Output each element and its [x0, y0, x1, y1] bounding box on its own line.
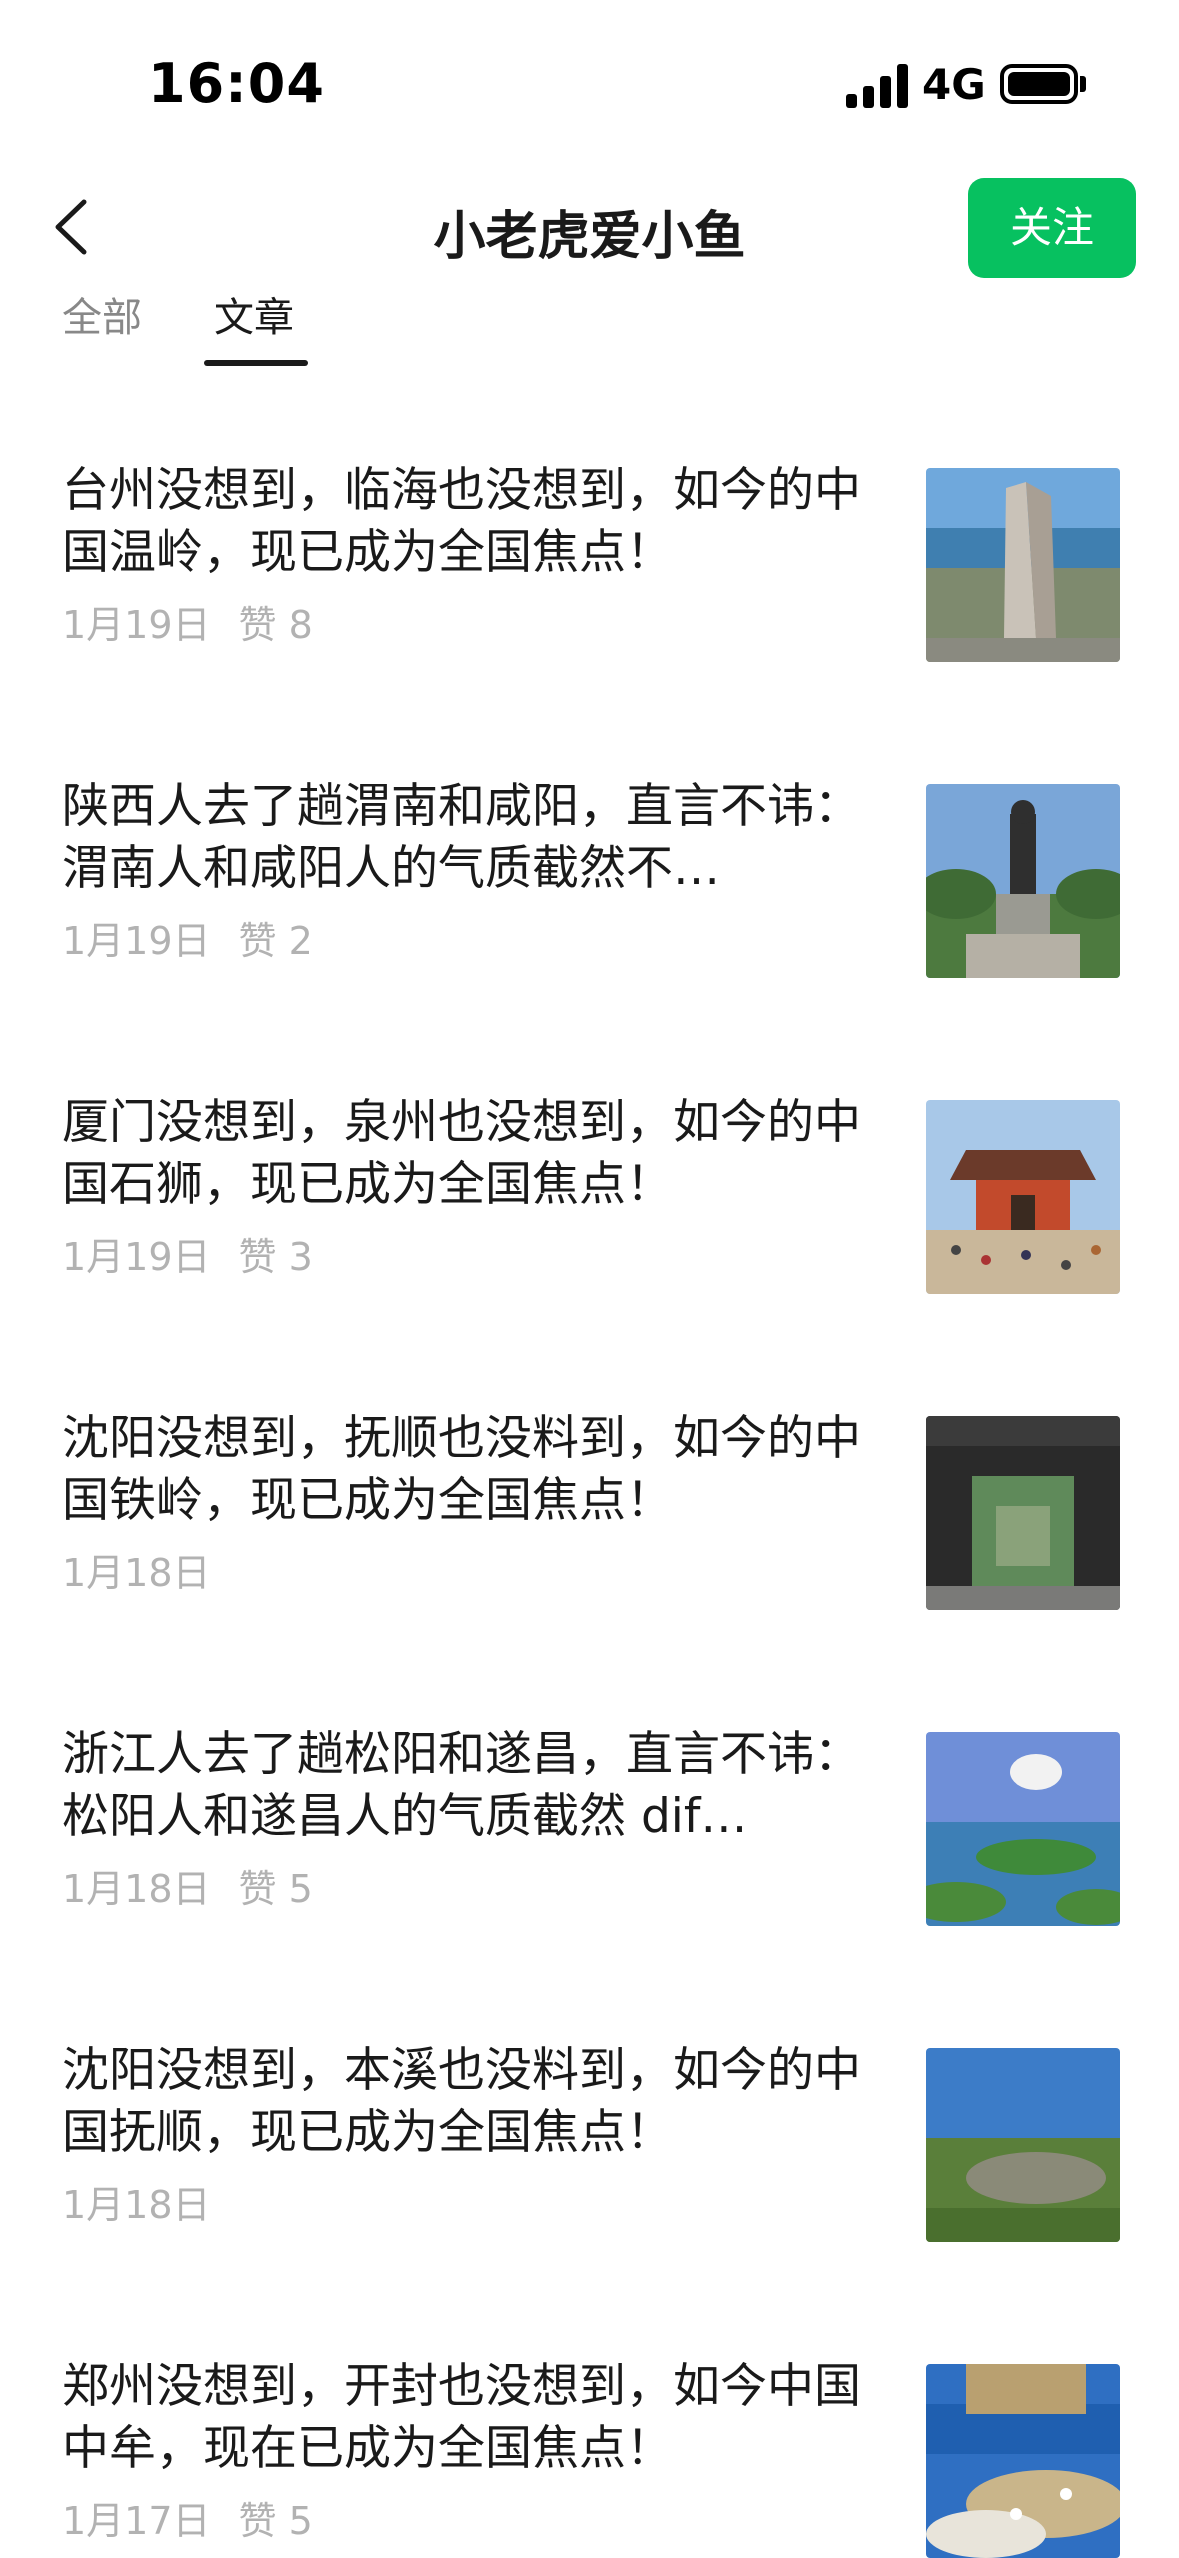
list-item[interactable]: 台州没想到，临海也没想到，如今的中国温岭，现已成为全国焦点！ 1月19日赞 8: [0, 460, 1179, 662]
article-likes: 赞 2: [238, 919, 313, 963]
article-title: 厦门没想到，泉州也没想到，如今的中国石狮，现已成为全国焦点！: [62, 1095, 861, 1212]
article-meta: 1月18日: [62, 1542, 239, 1597]
article-likes: 赞 8: [238, 603, 313, 647]
article-likes: 赞 5: [238, 2499, 313, 2543]
active-tab-indicator: [204, 360, 308, 366]
article-thumbnail: [926, 784, 1120, 978]
list-item[interactable]: 陕西人去了趟渭南和咸阳，直言不讳：渭南人和咸阳人的气质截然不… 1月19日赞 2: [0, 776, 1179, 978]
article-date: 1月18日: [62, 1867, 211, 1911]
article-title: 陕西人去了趟渭南和咸阳，直言不讳：渭南人和咸阳人的气质截然不…: [62, 779, 861, 896]
cellular-signal-icon: [846, 64, 908, 108]
list-item[interactable]: 沈阳没想到，抚顺也没料到，如今的中国铁岭，现已成为全国焦点！ 1月18日: [0, 1408, 1179, 1610]
network-type: 4G: [922, 60, 986, 109]
status-time: 16:04: [148, 52, 325, 115]
tab-bar: 全部 文章: [0, 290, 1179, 370]
article-thumbnail: [926, 2364, 1120, 2558]
list-item[interactable]: 沈阳没想到，本溪也没料到，如今的中国抚顺，现已成为全国焦点！ 1月18日: [0, 2040, 1179, 2242]
article-title: 沈阳没想到，本溪也没料到，如今的中国抚顺，现已成为全国焦点！: [62, 2043, 861, 2160]
battery-tip: [1080, 76, 1086, 92]
article-date: 1月19日: [62, 603, 211, 647]
nav-header: 小老虎爱小鱼 关注: [0, 170, 1179, 290]
article-title: 浙江人去了趟松阳和遂昌，直言不讳：松阳人和遂昌人的气质截然 dif…: [62, 1727, 861, 1844]
article-thumbnail: [926, 468, 1120, 662]
article-date: 1月18日: [62, 2183, 211, 2227]
article-likes: 赞 5: [238, 1867, 313, 1911]
list-item[interactable]: 厦门没想到，泉州也没想到，如今的中国石狮，现已成为全国焦点！ 1月19日赞 3: [0, 1092, 1179, 1294]
article-likes: 赞 3: [238, 1235, 313, 1279]
article-meta: 1月19日赞 8: [62, 594, 313, 649]
article-title: 郑州没想到，开封也没想到，如今中国中牟，现在已成为全国焦点！: [62, 2359, 861, 2476]
article-thumbnail: [926, 2048, 1120, 2242]
article-thumbnail: [926, 1100, 1120, 1294]
article-date: 1月19日: [62, 919, 211, 963]
article-meta: 1月19日赞 2: [62, 910, 313, 965]
article-meta: 1月18日赞 5: [62, 1858, 313, 1913]
list-item[interactable]: 浙江人去了趟松阳和遂昌，直言不讳：松阳人和遂昌人的气质截然 dif… 1月18日…: [0, 1724, 1179, 1926]
battery-icon: [1000, 64, 1078, 104]
article-title: 台州没想到，临海也没想到，如今的中国温岭，现已成为全国焦点！: [62, 463, 861, 580]
status-bar: 16:04 4G: [0, 0, 1179, 170]
article-thumbnail: [926, 1416, 1120, 1610]
article-title: 沈阳没想到，抚顺也没料到，如今的中国铁岭，现已成为全国焦点！: [62, 1411, 861, 1528]
article-date: 1月17日: [62, 2499, 211, 2543]
tab-all[interactable]: 全部: [62, 290, 142, 346]
article-date: 1月18日: [62, 1551, 211, 1595]
article-date: 1月19日: [62, 1235, 211, 1279]
list-item[interactable]: 郑州没想到，开封也没想到，如今中国中牟，现在已成为全国焦点！ 1月17日赞 5: [0, 2356, 1179, 2558]
article-meta: 1月17日赞 5: [62, 2490, 313, 2545]
article-meta: 1月18日: [62, 2174, 239, 2229]
article-meta: 1月19日赞 3: [62, 1226, 313, 1281]
follow-button[interactable]: 关注: [968, 178, 1136, 278]
tab-articles[interactable]: 文章: [214, 290, 294, 346]
article-thumbnail: [926, 1732, 1120, 1926]
